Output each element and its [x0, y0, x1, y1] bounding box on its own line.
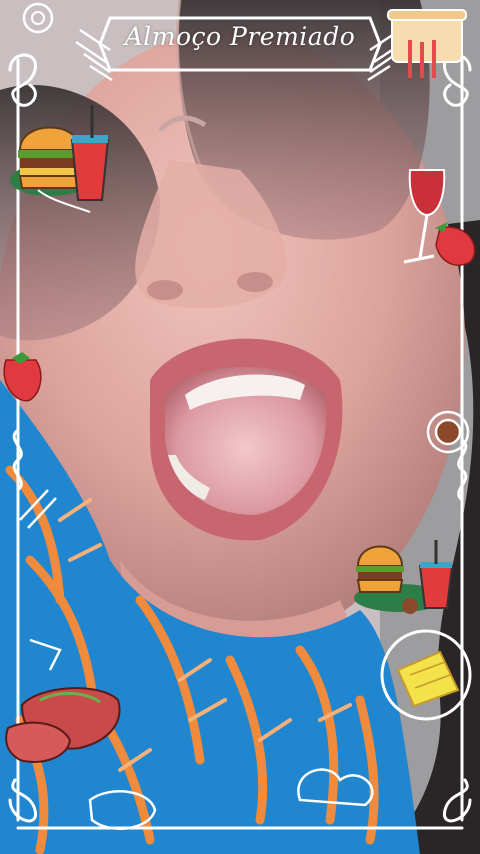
- strawberry-icon: [3, 222, 476, 402]
- burger-drink-icon: [10, 105, 110, 213]
- filter-title: Almoço Premiado: [124, 22, 356, 51]
- photo-filter-view: Almoço Premiado: [0, 0, 480, 854]
- app-logo-icon: [22, 2, 54, 34]
- cloud-doodle-icon: [88, 768, 374, 830]
- bread-icon: [380, 629, 472, 721]
- filter-frame: [3, 2, 476, 830]
- cooking-pot-icon: [387, 9, 467, 78]
- burger-drink-icon-2: [354, 540, 454, 614]
- cutlery-icon: [19, 489, 62, 671]
- steak-icon: [5, 687, 121, 763]
